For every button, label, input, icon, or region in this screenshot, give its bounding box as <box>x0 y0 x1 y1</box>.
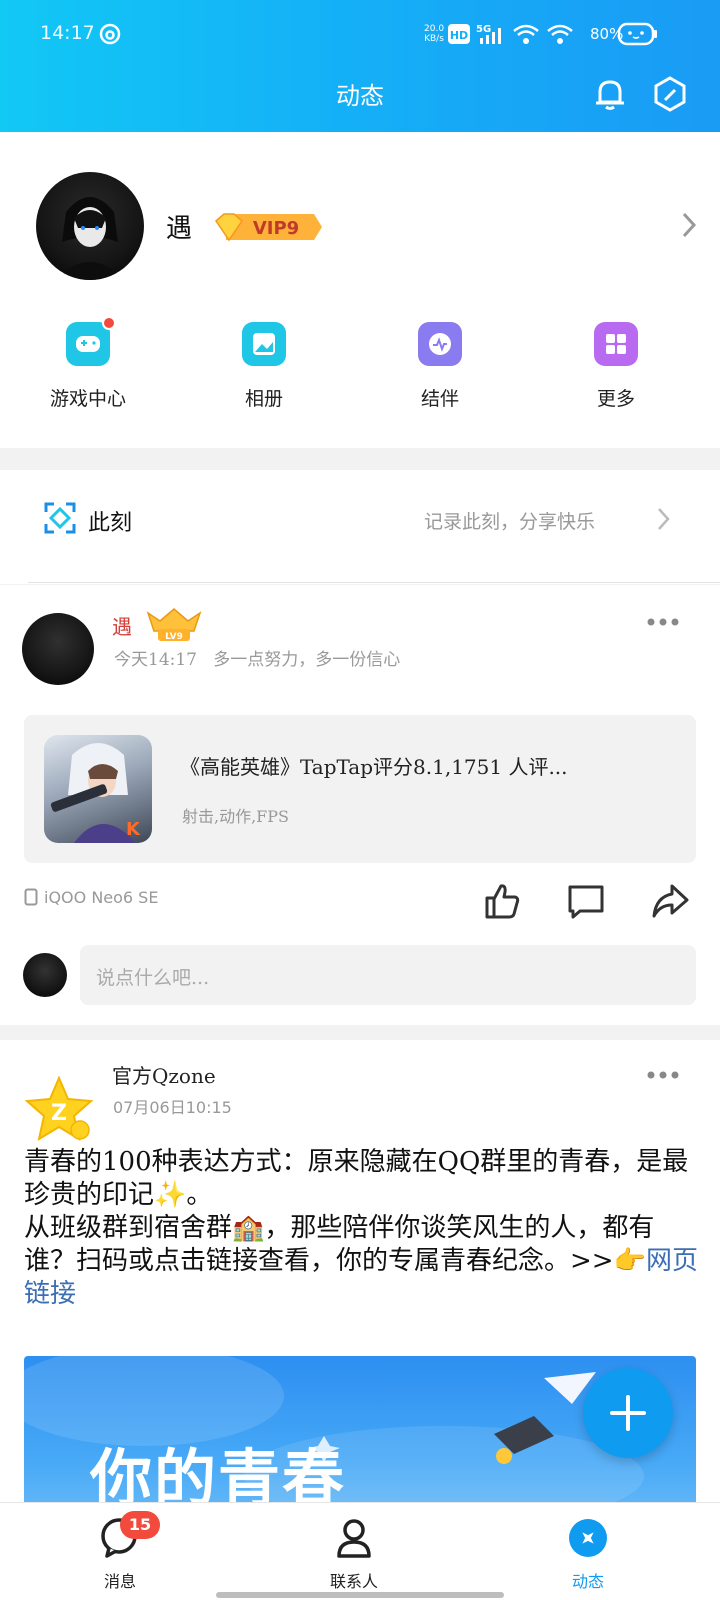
gamepad-icon <box>66 316 116 366</box>
quick-action-more[interactable]: 更多 <box>546 322 686 422</box>
feed-post: 遇 LV9 今天14:17 多一点努力，多一份信心 K 《高能英雄》TapTap… <box>0 585 720 1025</box>
quick-action-label: 游戏中心 <box>49 388 126 410</box>
status-bar: 14:17 20.0 KB/s HD 5G 80% <box>0 0 720 70</box>
svg-text:LV9: LV9 <box>165 632 183 642</box>
shared-tags: 射击,动作,FPS <box>182 807 290 826</box>
home-indicator[interactable] <box>216 1592 504 1598</box>
username[interactable]: 遇 <box>166 208 192 245</box>
chevron-right-icon <box>658 508 670 530</box>
moment-label: 此刻 <box>88 511 133 536</box>
post-body: 青春的100种表达方式：原来隐藏在QQ群里的青春，是最珍贵的印记✨。 从班级群到… <box>24 1146 704 1311</box>
more-options-icon[interactable] <box>645 615 685 629</box>
comment-icon[interactable] <box>566 881 606 921</box>
vip-badge[interactable]: VIP9 <box>212 210 324 244</box>
photo-album-icon <box>242 322 286 366</box>
device-name: iQOO Neo6 SE <box>44 888 159 907</box>
level-crown-badge: LV9 <box>146 608 202 642</box>
post-author[interactable]: 遇 <box>112 611 132 640</box>
svg-text:Z: Z <box>51 1101 67 1126</box>
divider <box>28 582 720 583</box>
add-post-button[interactable] <box>583 1368 673 1458</box>
bell-icon[interactable] <box>590 74 630 114</box>
wifi-plus-icon <box>513 24 539 44</box>
moment-bar[interactable]: 此刻 记录此刻，分享快乐 <box>0 470 720 584</box>
grid-more-icon <box>594 322 638 366</box>
avatar[interactable] <box>36 172 144 280</box>
contact-person-icon <box>337 1519 371 1558</box>
like-icon[interactable] <box>482 881 522 921</box>
avatar[interactable] <box>22 613 94 685</box>
tab-label: 消息 <box>103 1572 136 1591</box>
share-icon[interactable] <box>650 881 690 921</box>
phone-icon <box>24 888 38 906</box>
tab-label: 动态 <box>571 1572 604 1591</box>
profile-card: 遇 VIP9 游戏中心 相册 结伴 更多 <box>0 132 720 448</box>
post-meta: 今天14:17 多一点努力，多一份信心 <box>114 645 400 670</box>
wifi-icon <box>547 24 573 44</box>
feed-star-icon <box>569 1519 607 1557</box>
comment-input[interactable]: 说点什么吧... <box>80 945 696 1005</box>
quick-action-label: 结伴 <box>420 388 459 410</box>
post-caption: 多一点努力，多一份信心 <box>213 650 401 670</box>
status-time: 14:17 <box>40 22 95 44</box>
bottom-nav: 15 消息 联系人 动态 <box>0 1502 720 1600</box>
post-text-with-link: 从班级群到宿舍群🏫，那些陪伴你谈笑风生的人，都有谁？扫码或点击链接查看，你的专属… <box>24 1212 704 1311</box>
post-text: 青春的100种表达方式：原来隐藏在QQ群里的青春，是最珍贵的印记✨。 <box>24 1147 689 1210</box>
net-speed: 20.0 KB/s <box>424 24 444 44</box>
svg-text:HD: HD <box>450 29 468 42</box>
quick-action-label: 更多 <box>596 388 635 410</box>
chevron-right-icon[interactable] <box>680 210 700 240</box>
net-speed-value: 20.0 <box>424 24 445 34</box>
signal-5g-icon: 5G <box>476 24 501 44</box>
hd-icon: HD <box>448 24 470 44</box>
shared-title: 《高能英雄》TapTap评分8.1,1751 人评... <box>180 755 568 779</box>
svg-text:VIP9: VIP9 <box>253 218 299 239</box>
svg-text:5G: 5G <box>476 24 491 35</box>
net-speed-unit: KB/s <box>424 34 444 44</box>
notification-dot <box>102 316 116 330</box>
quick-action-album[interactable]: 相册 <box>194 322 334 422</box>
more-options-icon[interactable] <box>645 1068 685 1082</box>
post-text: 从班级群到宿舍群🏫，那些陪伴你谈笑风生的人，都有谁？扫码或点击链接查看，你的专属… <box>24 1213 655 1276</box>
battery-face-icon <box>618 22 657 46</box>
companion-chat-icon <box>418 322 462 366</box>
unread-badge: 15 <box>120 1511 160 1539</box>
shared-game-card[interactable]: K 《高能英雄》TapTap评分8.1,1751 人评... 射击,动作,FPS <box>24 715 696 863</box>
tab-label: 联系人 <box>329 1572 378 1591</box>
moment-hint: 记录此刻，分享快乐 <box>424 511 596 533</box>
my-avatar <box>23 953 67 997</box>
device-label: iQOO Neo6 SE <box>24 888 158 907</box>
tab-feed[interactable]: 动态 <box>508 1503 668 1600</box>
svg-text:K: K <box>126 819 141 840</box>
quick-action-companion[interactable]: 结伴 <box>370 322 510 422</box>
post-author[interactable]: 官方Qzone <box>112 1060 216 1089</box>
post-time: 今天14:17 <box>114 650 197 670</box>
tab-messages[interactable]: 15 消息 <box>40 1503 200 1600</box>
quick-action-label: 相册 <box>244 388 283 410</box>
app-header: 14:17 20.0 KB/s HD 5G 80% 动态 <box>0 0 720 132</box>
moment-icon <box>44 502 76 534</box>
qzone-star-logo[interactable]: Z <box>24 1076 94 1142</box>
game-thumbnail: K <box>44 735 152 843</box>
hexagon-settings-icon[interactable] <box>650 74 690 114</box>
avatar-figure <box>56 197 124 280</box>
tab-contacts[interactable]: 联系人 <box>274 1503 434 1600</box>
netease-music-icon <box>99 23 121 45</box>
quick-action-game-center[interactable]: 游戏中心 <box>18 316 158 422</box>
post-time: 07月06日10:15 <box>113 1098 232 1117</box>
